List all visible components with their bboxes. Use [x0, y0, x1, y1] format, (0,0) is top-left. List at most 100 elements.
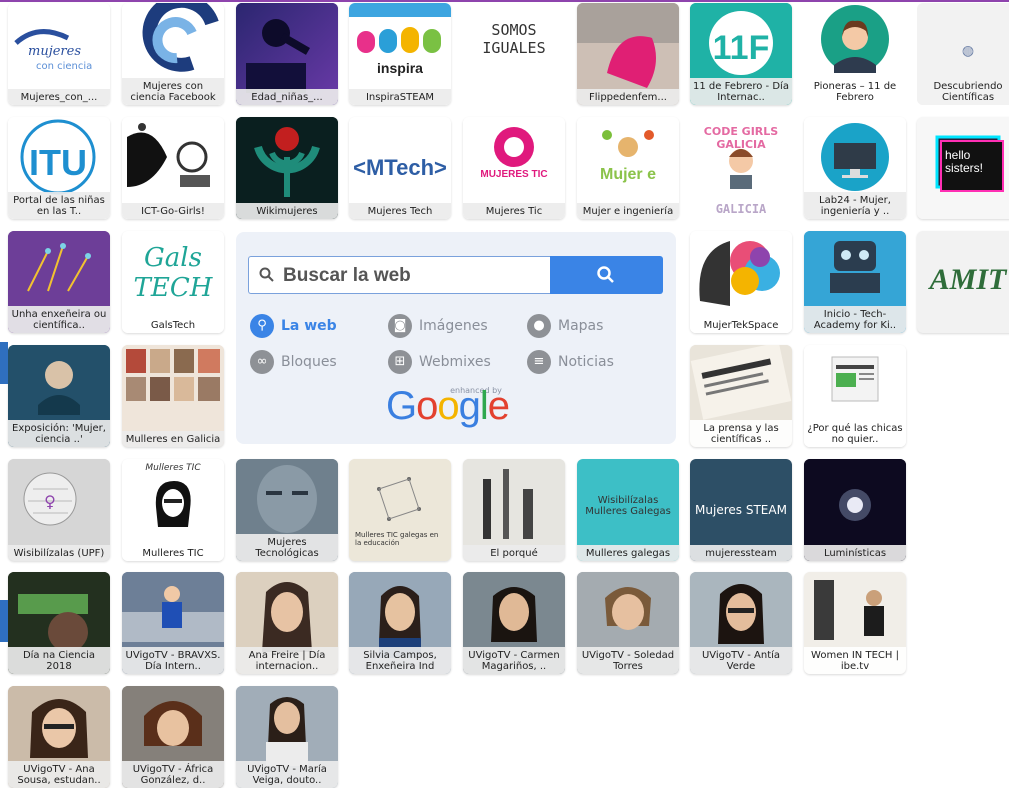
tile-label: Edad_niñas_...: [236, 89, 338, 105]
tile-wisibilizalas-upf[interactable]: ♀ Wisibilízalas (UPF): [8, 459, 110, 561]
tile-descubriendo-cientificas[interactable]: ◍ Descubriendo Científicas: [917, 3, 1009, 105]
option-label: Webmixes: [419, 354, 491, 370]
tile-mujeres-tecnologicas[interactable]: Mujeres Tecnológicas: [236, 459, 338, 561]
tile-label: Ana Freire | Día internacion..: [236, 647, 338, 674]
search-button[interactable]: [550, 256, 663, 294]
tile-antia-verde[interactable]: UVigoTV - Antía Verde: [690, 572, 792, 674]
tile-maria-veiga[interactable]: UVigoTV - María Veiga, douto..: [236, 686, 338, 788]
tile-luministicas[interactable]: Luminísticas: [804, 459, 906, 561]
tile-mujeres-con-ciencia-facebook[interactable]: Mujeres con ciencia Facebook: [122, 3, 224, 105]
amit-logo-text: AMIT: [929, 263, 1007, 296]
tile-label: Exposición: 'Mujer, ciencia ..': [8, 420, 110, 447]
tile-label: El porqué: [463, 545, 565, 561]
tile-art-text: inspira: [377, 60, 423, 76]
globe-icon: ◍: [961, 43, 975, 59]
tile-label: Wikimujeres: [236, 203, 338, 219]
tile-dia-ciencia-2018[interactable]: Día na Ciencia 2018: [8, 572, 110, 674]
search-input[interactable]: [281, 262, 545, 290]
tile-art-text: Mujeres STEAM: [695, 503, 787, 517]
tile-edad-ninas[interactable]: Edad_niñas_...: [236, 3, 338, 105]
tile-mujeres-con-ciencia[interactable]: mujeres con ciencia Mujeres_con_...: [8, 3, 110, 105]
tile-mujeres-tech[interactable]: <MTech> Mujeres Tech: [349, 117, 451, 219]
tile-label: Portal de las niñas en las T..: [8, 192, 110, 219]
tile-hello-sisters[interactable]: hello sisters!: [917, 117, 1009, 219]
option-label: La web: [281, 318, 337, 334]
tile-label: La prensa y las científicas ..: [690, 420, 792, 447]
woman-portrait-illustration: [155, 481, 191, 527]
tile-label: UVigoTV - Antía Verde: [690, 647, 792, 674]
search-icon: [259, 267, 274, 282]
tile-somos-iguales[interactable]: SOMOS IGUALES: [463, 3, 565, 105]
svg-text:Mujer e: Mujer e: [600, 166, 656, 183]
tile-por-que-chicas[interactable]: ¿Por qué las chicas no quier..: [804, 345, 906, 447]
tile-galstech[interactable]: Gals TECH GalsTech: [122, 231, 224, 333]
search-widget: ⚲ La web ◙ Imágenes ● Mapas ∞ Bloques ⊞ …: [236, 232, 676, 444]
somos-iguales-text: SOMOS IGUALES: [482, 21, 546, 57]
option-label: Noticias: [558, 354, 614, 370]
tile-ict-go-girls[interactable]: ICT-Go-Girls!: [122, 117, 224, 219]
tile-art-text: 11F: [713, 29, 770, 67]
tile-silvia-campos[interactable]: Silvia Campos, Enxeñeira Ind: [349, 572, 451, 674]
tile-soledad-torres[interactable]: UVigoTV - Soledad Torres: [577, 572, 679, 674]
tile-mulleres-galicia[interactable]: Mulleres en Galicia: [122, 345, 224, 447]
option-label: Mapas: [558, 318, 604, 334]
tile-uvigotv-bravxs[interactable]: UVigoTV - BRAVXS. Día Intern..: [122, 572, 224, 674]
galstech-logo-text: Gals TECH: [133, 243, 213, 303]
svg-text:mujeres: mujeres: [28, 44, 81, 59]
tile-art-text: ITU: [29, 142, 87, 183]
tile-label: Mujeres Tic: [463, 203, 565, 219]
tile-label: Unha enxeñeira ou científica..: [8, 306, 110, 333]
tile-mujeressteam[interactable]: Mujeres STEAM mujeressteam: [690, 459, 792, 561]
tile-label: InspiraSTEAM: [349, 89, 451, 105]
tile-lab24[interactable]: Lab24 - Mujer, ingeniería y ..: [804, 117, 906, 219]
tile-inspirasteam[interactable]: inspira InspiraSTEAM: [349, 3, 451, 105]
mulleres-tic-heading: Mulleres TIC: [145, 463, 201, 473]
tile-label: Inicio - Tech-Academy for Ki..: [804, 306, 906, 333]
tile-ana-freire[interactable]: Ana Freire | Día internacion..: [236, 572, 338, 674]
tile-ana-sousa[interactable]: UVigoTV - Ana Sousa, estudan..: [8, 686, 110, 788]
tile-label: ICT-Go-Girls!: [122, 203, 224, 219]
tile-label: UVigoTV - África González, d..: [122, 761, 224, 788]
svg-text:GALICIA: GALICIA: [716, 202, 767, 216]
tile-label: Mulleres en Galicia: [122, 431, 224, 447]
tile-portal-ninas-itu[interactable]: ITU Portal de las niñas en las T..: [8, 117, 110, 219]
tile-africa-gonzalez[interactable]: UVigoTV - África González, d..: [122, 686, 224, 788]
tile-label: 11 de Febrero - Día Internac..: [690, 78, 792, 105]
tile-11f[interactable]: 11F 11 de Febrero - Día Internac..: [690, 3, 792, 105]
tile-mujer-ingenieria[interactable]: Mujer e Mujer e ingeniería: [577, 117, 679, 219]
tile-mujeres-tic[interactable]: MUJERES TIC Mujeres Tic: [463, 117, 565, 219]
tile-exposicion-mujer-ciencia[interactable]: Exposición: 'Mujer, ciencia ..': [8, 345, 110, 447]
map-pin-icon: ●: [527, 314, 551, 338]
tile-flippedenfem[interactable]: Flippedenfem...: [577, 3, 679, 105]
tile-label: Wisibilízalas (UPF): [8, 545, 110, 561]
tile-tech-academy[interactable]: Inicio - Tech-Academy for Ki..: [804, 231, 906, 333]
tile-mujertekspace[interactable]: MujerTekSpace: [690, 231, 792, 333]
tile-el-porque[interactable]: El porqué: [463, 459, 565, 561]
tile-pioneras[interactable]: Pioneras – 11 de Febrero: [804, 3, 906, 105]
tile-label: Mulleres TIC: [122, 545, 224, 561]
tile-label: Lab24 - Mujer, ingeniería y ..: [804, 192, 906, 219]
tile-unha-enxeneira[interactable]: Unha enxeñeira ou científica..: [8, 231, 110, 333]
tile-label: Mulleres galegas: [577, 545, 679, 561]
tile-amit[interactable]: AMIT: [917, 231, 1009, 333]
tile-label: Silvia Campos, Enxeñeira Ind: [349, 647, 451, 674]
list-icon: ≡: [527, 350, 551, 374]
tile-label: Mujeres con ciencia Facebook: [122, 78, 224, 105]
tile-mulleres-galegas[interactable]: Wisibilízalas Mulleres Galegas Mulleres …: [577, 459, 679, 561]
tile-label: UVigoTV - Carmen Magariños, ..: [463, 647, 565, 674]
google-logo: Google: [386, 384, 510, 428]
tile-mulleres-tic[interactable]: Mulleres TIC Mulleres TIC: [122, 459, 224, 561]
left-edge-fragment: [0, 600, 8, 642]
tile-code-girls-galicia[interactable]: GALICIA CODE GIRLS GALICIA: [690, 117, 792, 219]
tile-label: Mujer e ingeniería: [577, 203, 679, 219]
tile-label: MujerTekSpace: [690, 317, 792, 333]
hello-sisters-text: hello sisters!: [945, 148, 984, 175]
tile-mulleres-tic-galegas[interactable]: Mulleres TIC galegas en la educación: [349, 459, 451, 561]
tile-label: Día na Ciencia 2018: [8, 647, 110, 674]
code-girls-title: CODE GIRLS GALICIA: [703, 125, 779, 151]
tile-wikimujeres[interactable]: Wikimujeres: [236, 117, 338, 219]
tile-la-prensa[interactable]: La prensa y las científicas ..: [690, 345, 792, 447]
tile-carmen-magarinos[interactable]: UVigoTV - Carmen Magariños, ..: [463, 572, 565, 674]
left-edge-fragment: [0, 342, 8, 384]
tile-women-in-tech[interactable]: Women IN TECH | ibe.tv: [804, 572, 906, 674]
